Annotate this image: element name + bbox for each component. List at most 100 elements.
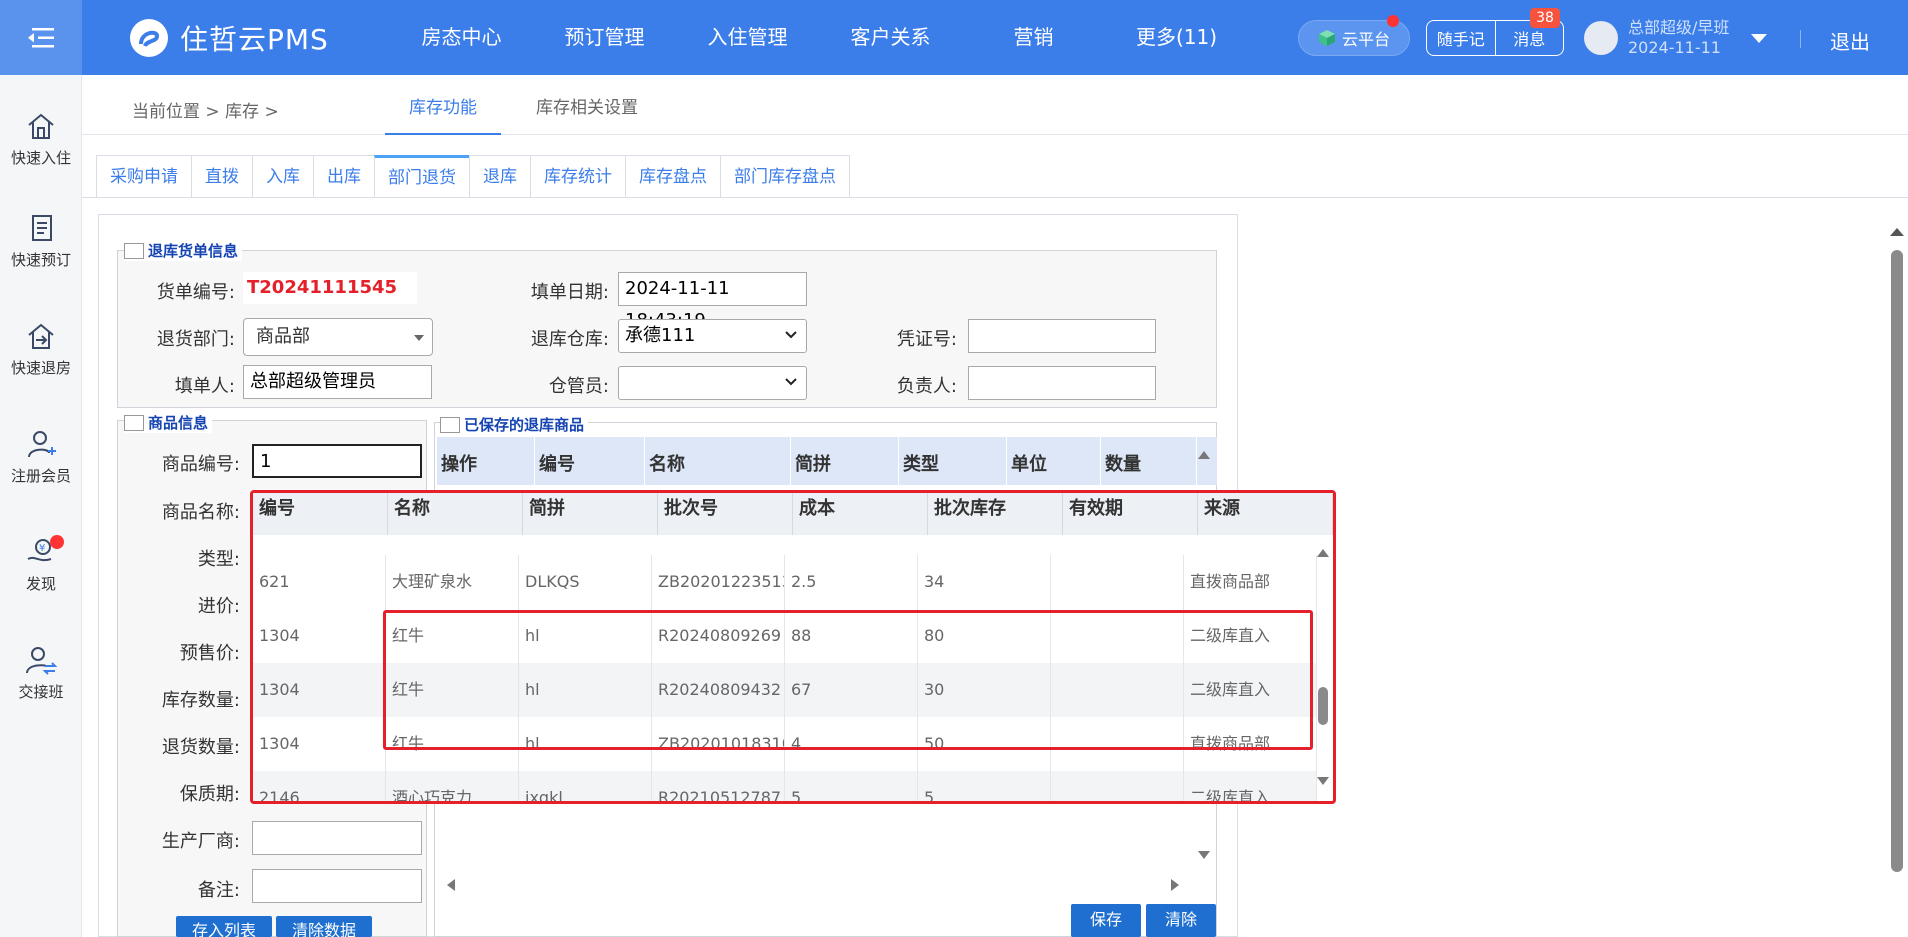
goods-code-input[interactable]: 1 — [252, 444, 422, 478]
home-icon — [28, 113, 54, 139]
sidebar-item-label: 快速退房 — [10, 359, 71, 377]
table-row[interactable]: 621 大理矿泉水 DLKQS ZB20201223513 2.5 34 直拨商… — [253, 555, 1317, 609]
goods-dropdown-popup: 编号 名称 简拼 批次号 成本 批次库存 有效期 来源 621 大理矿泉水 DL… — [250, 490, 1336, 804]
scroll-up-icon[interactable] — [1197, 450, 1211, 460]
return-info-legend: 退库货单信息 — [124, 240, 243, 261]
owner-input[interactable] — [968, 366, 1156, 400]
breadcrumb-bar: 当前位置 > 库存 > 库存功能 库存相关设置 — [82, 75, 1908, 135]
col-header: 编号 — [253, 493, 388, 535]
message-count-badge: 38 — [1530, 8, 1560, 28]
tab-label: 库存功能 — [409, 98, 477, 118]
sidebar-item-quick-booking[interactable]: 快速预订 — [0, 213, 82, 270]
sidebar-item-quick-checkin[interactable]: 快速入住 — [0, 111, 82, 168]
subtab-dept-return[interactable]: 部门退货 — [374, 155, 469, 198]
goods-code-label: 商品编号: — [161, 454, 240, 475]
add-to-list-button[interactable]: 存入列表 — [176, 916, 272, 937]
col-header: 编号 — [535, 437, 645, 485]
subtab-direct-transfer[interactable]: 直拨 — [191, 155, 252, 198]
avatar — [1584, 21, 1618, 55]
subtab-stock-out[interactable]: 出库 — [313, 155, 374, 198]
fill-date-field[interactable]: 2024-11-11 18:43:19 — [618, 272, 807, 331]
table-row[interactable]: 2146 酒心巧克力 jxqkl R20210512787 5 5 二级库直入 — [253, 771, 1317, 801]
saved-goods-legend: 已保存的退库商品 — [440, 414, 589, 435]
scroll-thumb[interactable] — [1318, 687, 1328, 725]
scroll-left-icon[interactable] — [446, 878, 456, 892]
sidebar-item-discover[interactable]: ¥ 发现 — [0, 535, 82, 594]
user-info: 总部超级/早班 2024-11-11 — [1628, 18, 1729, 58]
cell: 5 — [785, 771, 918, 801]
order-no-label: 货单编号: — [156, 282, 235, 303]
col-header: 来源 — [1198, 493, 1333, 535]
subtab-stock-in[interactable]: 入库 — [252, 155, 313, 198]
goods-name-label: 商品名称: — [161, 502, 240, 523]
cell: 621 — [253, 555, 386, 609]
page-scrollbar[interactable] — [1888, 222, 1906, 874]
sidebar-item-register-member[interactable]: 注册会员 — [0, 429, 82, 486]
manufacturer-input[interactable] — [252, 821, 422, 855]
scroll-up-icon[interactable] — [1888, 226, 1906, 238]
nav-more[interactable]: 更多(11) — [1105, 0, 1248, 75]
caret-down-icon[interactable] — [1751, 33, 1768, 43]
clear-button[interactable]: 清除 — [1146, 904, 1216, 937]
sidebar-item-quick-checkout[interactable]: 快速退房 — [0, 321, 82, 378]
handover-icon — [26, 647, 57, 675]
manufacturer-label: 生产厂商: — [161, 831, 240, 852]
warehouse-value: 承德111 — [625, 325, 696, 346]
nav-reservation[interactable]: 预订管理 — [533, 0, 676, 75]
cell: 1304 — [253, 663, 386, 717]
main-nav: 房态中心 预订管理 入住管理 客户关系 营销 更多(11) — [390, 0, 1248, 75]
nav-crm[interactable]: 客户关系 — [819, 0, 962, 75]
warehouse-select[interactable]: 承德111 — [618, 319, 807, 353]
scroll-down-icon[interactable] — [1197, 850, 1211, 860]
sidebar-item-label: 注册会员 — [10, 467, 71, 485]
notification-dot — [50, 535, 64, 549]
subtab-purchase-request[interactable]: 采购申请 — [96, 155, 191, 198]
subtab-inventory-count[interactable]: 库存盘点 — [625, 155, 720, 198]
tab-inventory-functions[interactable]: 库存功能 — [385, 93, 501, 135]
col-header: 数量 — [1101, 437, 1197, 485]
keeper-label: 仓管员: — [548, 376, 609, 397]
save-button[interactable]: 保存 — [1071, 904, 1141, 937]
purchase-price-label: 进价: — [197, 596, 240, 617]
nav-checkin[interactable]: 入住管理 — [676, 0, 819, 75]
subtab-return-to-stock[interactable]: 退库 — [469, 155, 530, 198]
sub-tabs: 采购申请 直拨 入库 出库 部门退货 退库 库存统计 库存盘点 部门库存盘点 — [96, 155, 850, 198]
subtab-inventory-stats[interactable]: 库存统计 — [530, 155, 625, 198]
scroll-thumb[interactable] — [1891, 250, 1903, 872]
popup-scrollbar[interactable] — [1315, 543, 1331, 789]
user-menu[interactable]: 总部超级/早班 2024-11-11 — [1584, 18, 1768, 58]
subtab-dept-inventory-count[interactable]: 部门库存盘点 — [720, 155, 850, 198]
owner-label: 负责人: — [896, 376, 957, 397]
logout-button[interactable]: 退出 — [1830, 26, 1870, 55]
form-icon — [440, 416, 460, 433]
keeper-select[interactable] — [618, 366, 807, 400]
goods-info-legend: 商品信息 — [124, 412, 213, 433]
checkout-icon — [28, 323, 54, 349]
scroll-right-icon[interactable] — [1170, 878, 1180, 892]
dept-select[interactable]: 商品部 — [243, 318, 433, 356]
sidebar-item-label: 快速入住 — [10, 149, 71, 167]
cell: 直拨商品部 — [1184, 555, 1317, 609]
cloud-platform-button[interactable]: 云平台 — [1298, 15, 1410, 56]
svg-text:¥: ¥ — [39, 543, 45, 554]
user-name: 总部超级/早班 — [1628, 18, 1730, 37]
filler-input[interactable]: 总部超级管理员 — [243, 365, 432, 399]
scroll-down-icon[interactable] — [1315, 775, 1331, 787]
scroll-up-icon[interactable] — [1315, 547, 1331, 559]
nav-marketing[interactable]: 营销 — [962, 0, 1105, 75]
notes-button[interactable]: 随手记 — [1427, 21, 1496, 55]
notification-dot — [1387, 15, 1399, 27]
warehouse-label: 退库仓库: — [530, 329, 609, 350]
cube-icon — [1318, 30, 1335, 46]
saved-table-header: 操作 编号 名称 简拼 类型 单位 数量 — [437, 437, 1217, 485]
tab-inventory-settings[interactable]: 库存相关设置 — [517, 93, 657, 135]
menu-toggle-button[interactable] — [0, 0, 82, 75]
sidebar-item-shift-handover[interactable]: 交接班 — [0, 645, 82, 702]
chevron-down-icon — [785, 331, 797, 339]
clear-data-button[interactable]: 清除数据 — [276, 916, 372, 937]
shelf-life-label: 保质期: — [179, 784, 240, 805]
voucher-input[interactable] — [968, 319, 1156, 353]
nav-room-status[interactable]: 房态中心 — [390, 0, 533, 75]
remark-input[interactable] — [252, 869, 422, 903]
app-logo[interactable]: 住哲云PMS — [130, 18, 329, 58]
